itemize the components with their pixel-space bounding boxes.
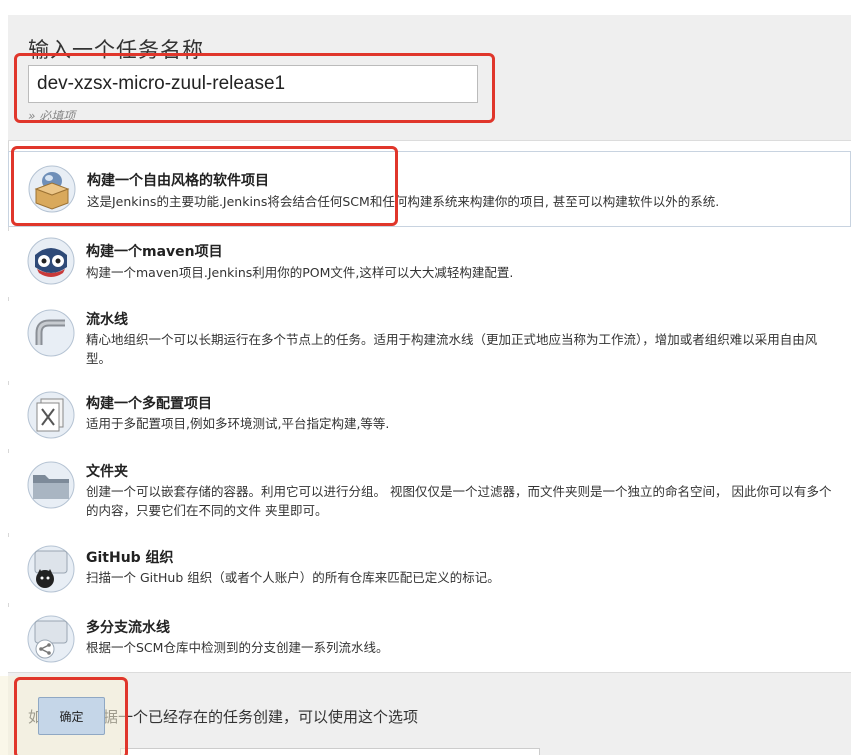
item-type-title: 文件夹 <box>86 464 128 480</box>
item-type-title: 多分支流水线 <box>86 620 170 636</box>
item-type-github-org[interactable]: GitHub 组织 扫描一个 GitHub 组织（或者个人账户）的所有仓库来匹配… <box>8 537 851 603</box>
github-org-icon <box>27 545 75 593</box>
item-type-pipeline[interactable]: 流水线 精心地组织一个可以长期运行在多个节点上的任务。适用于构建流水线（更加正式… <box>8 301 851 381</box>
multi-config-icon <box>27 391 75 439</box>
item-type-description-cont: 型。 <box>86 351 112 366</box>
item-type-description: 根据一个SCM仓库中检测到的分支创建一系列流水线。 <box>86 640 389 655</box>
item-type-description: 精心地组织一个可以长期运行在多个节点上的任务。适用于构建流水线（更加正式地应当称… <box>86 332 818 347</box>
item-type-multibranch[interactable]: 多分支流水线 根据一个SCM仓库中检测到的分支创建一系列流水线。 <box>8 607 851 673</box>
maven-owl-icon <box>27 237 75 285</box>
item-type-description: 这是Jenkins的主要功能.Jenkins将会结合任何SCM和任何构建系统来构… <box>87 194 720 209</box>
item-type-description: 适用于多配置项目,例如多环境测试,平台指定构建,等等. <box>86 416 390 431</box>
item-type-title: 构建一个maven项目 <box>86 244 223 260</box>
required-note: » 必填项 <box>28 109 76 123</box>
item-type-title: 构建一个自由风格的软件项目 <box>87 173 269 189</box>
pipeline-icon <box>27 309 75 357</box>
item-type-title: GitHub 组织 <box>86 550 174 566</box>
item-type-freestyle[interactable]: 构建一个自由风格的软件项目 这是Jenkins的主要功能.Jenkins将会结合… <box>8 151 851 227</box>
package-icon <box>28 165 76 213</box>
item-type-maven[interactable]: 构建一个maven项目 构建一个maven项目.Jenkins利用你的POM文件… <box>8 231 851 297</box>
item-type-title: 构建一个多配置项目 <box>86 396 212 412</box>
multibranch-icon <box>27 615 75 663</box>
folder-icon <box>27 461 75 509</box>
item-type-description: 构建一个maven项目.Jenkins利用你的POM文件,这样可以大大减轻构建配… <box>86 265 514 280</box>
item-type-description: 扫描一个 GitHub 组织（或者个人账户）的所有仓库来匹配已定义的标记。 <box>86 570 500 585</box>
item-type-description-cont: 的内容，只要它们在不同的文件 夹里即可。 <box>86 503 328 518</box>
item-type-description: 创建一个可以嵌套存储的容器。利用它可以进行分组。 视图仅仅是一个过滤器，而文件夹… <box>86 484 832 499</box>
item-type-folder[interactable]: 文件夹 创建一个可以嵌套存储的容器。利用它可以进行分组。 视图仅仅是一个过滤器，… <box>8 453 851 533</box>
item-type-multi-config[interactable]: 构建一个多配置项目 适用于多配置项目,例如多环境测试,平台指定构建,等等. <box>8 385 851 449</box>
page-title: 输入一个任务名称 <box>28 38 204 62</box>
item-name-input[interactable] <box>28 65 478 103</box>
copy-from-input[interactable] <box>120 748 540 755</box>
item-type-title: 流水线 <box>86 312 128 328</box>
ok-button[interactable]: 确定 <box>38 697 105 735</box>
